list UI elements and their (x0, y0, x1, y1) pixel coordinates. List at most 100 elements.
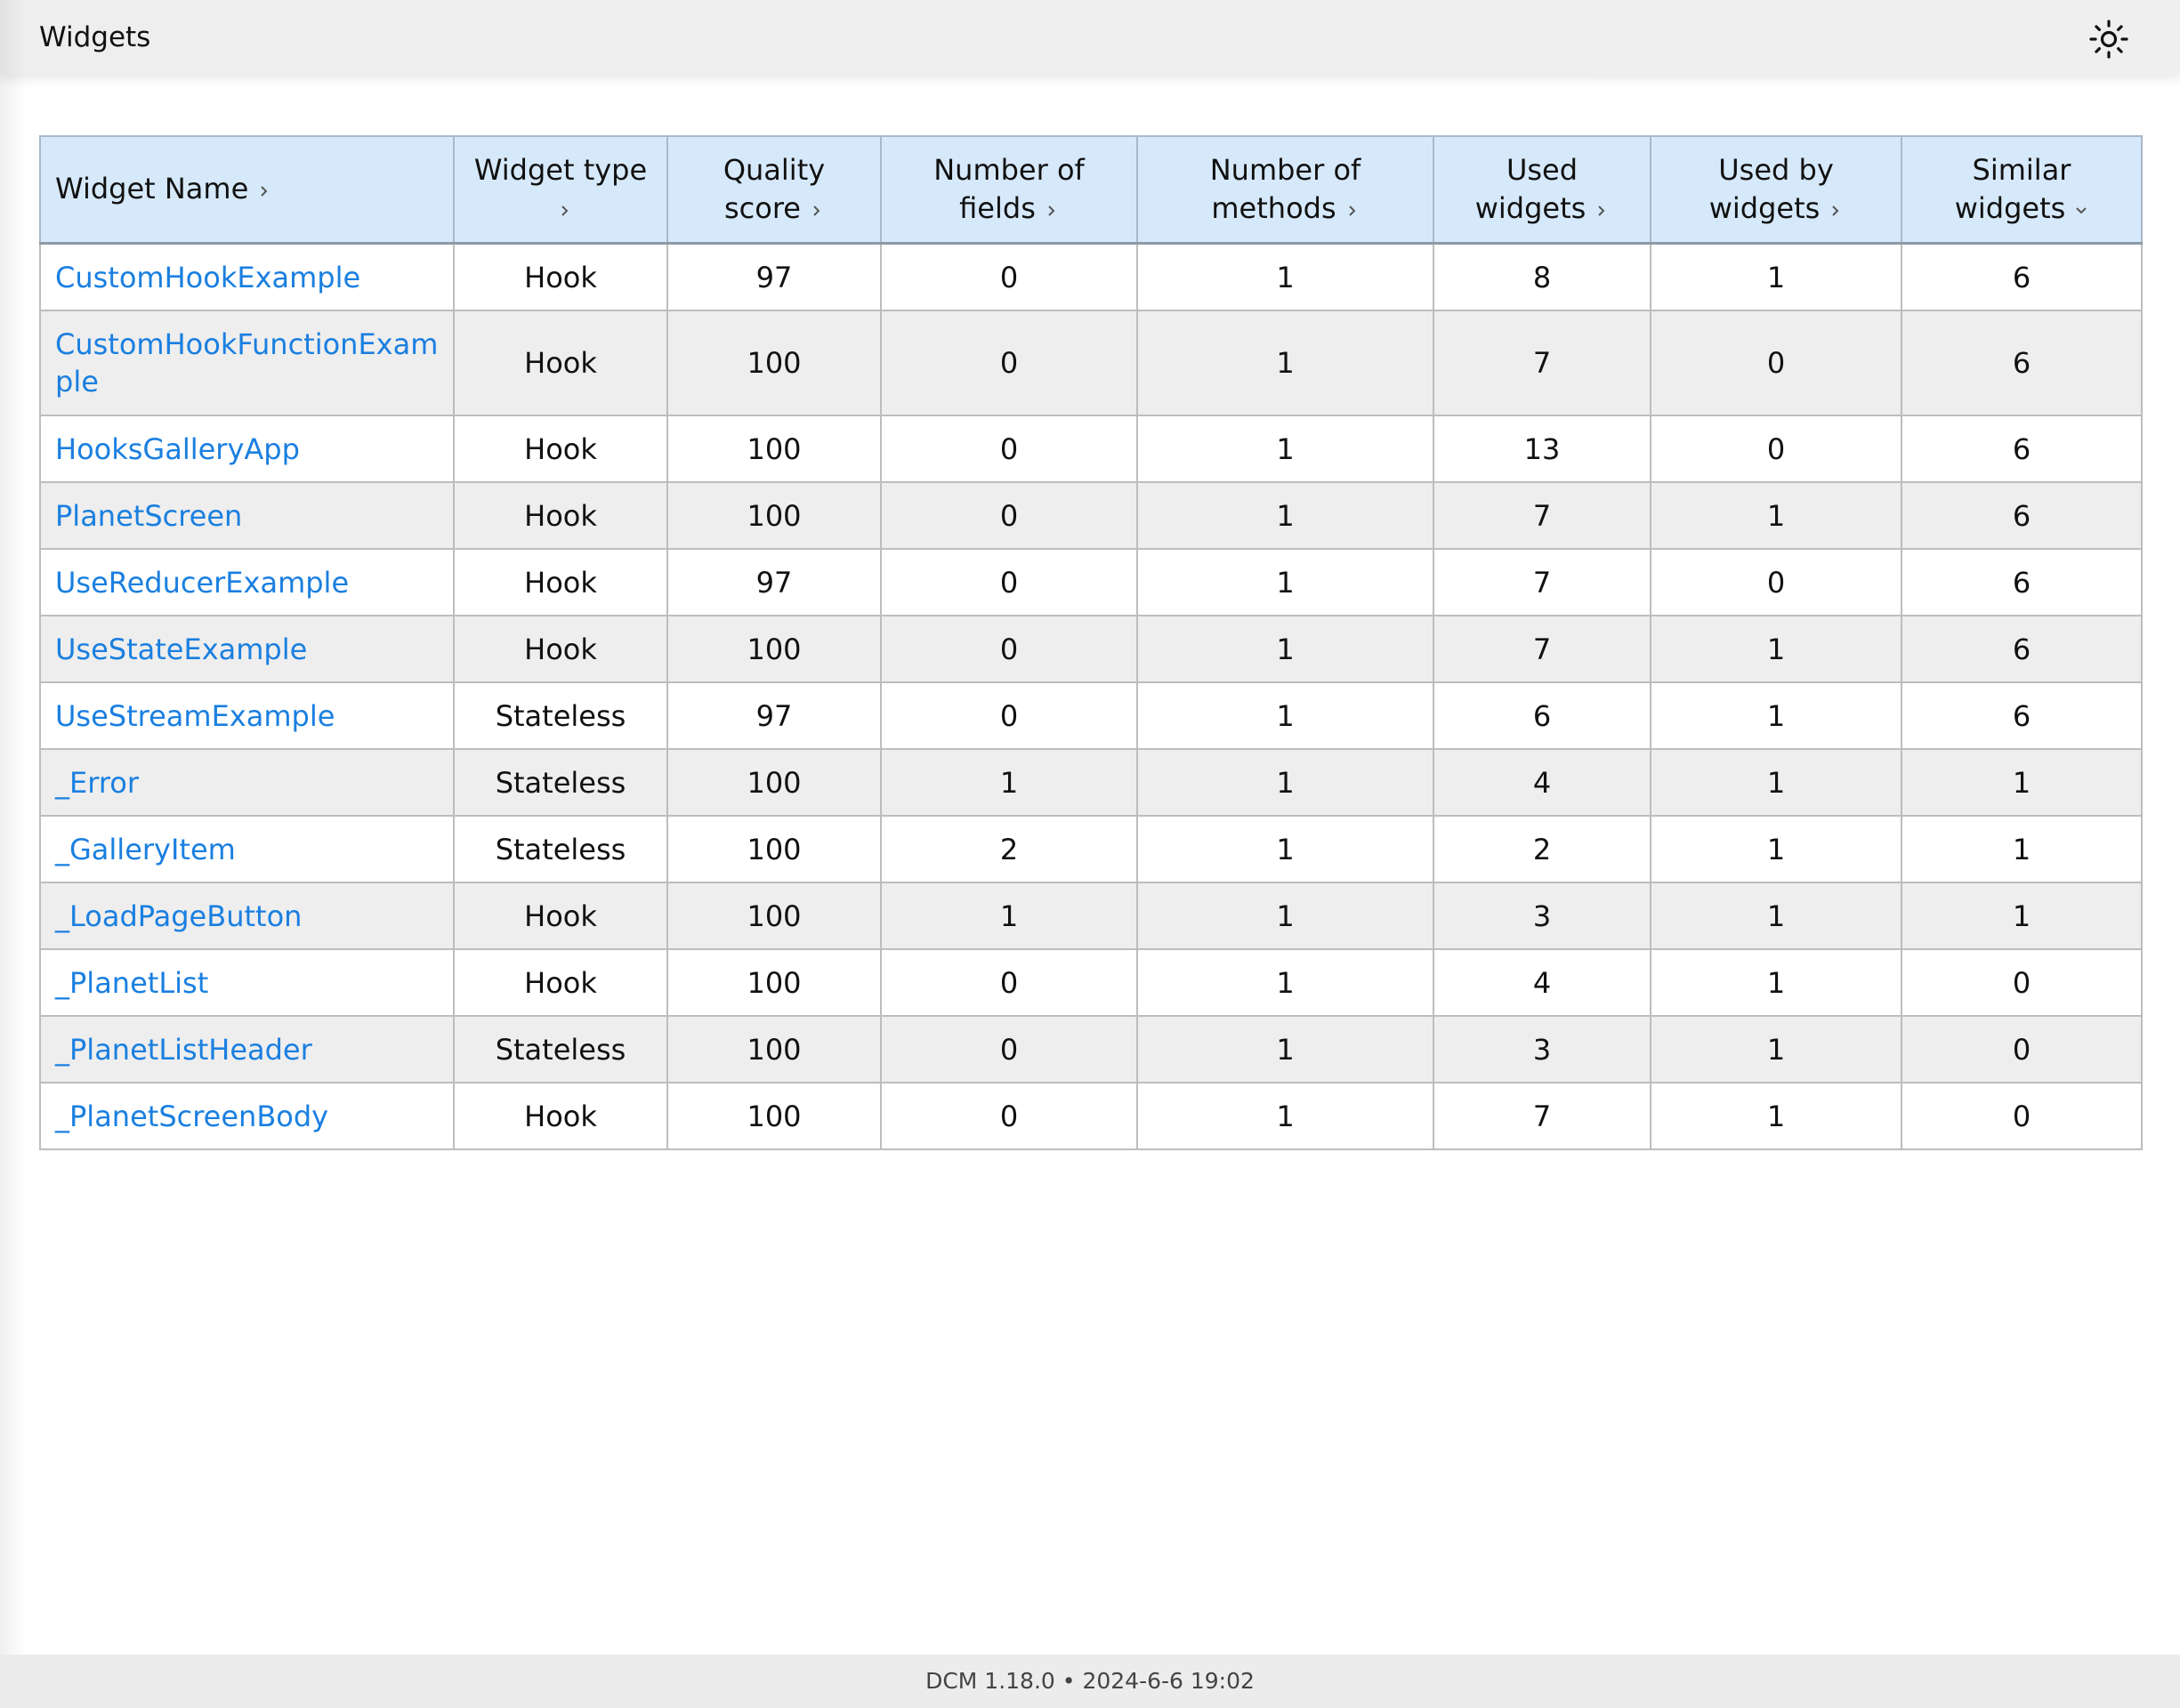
column-header-label: Similar widgets (1954, 152, 2071, 225)
column-header-similar[interactable]: Similar widgets (1901, 135, 2143, 245)
quality-score-cell: 100 (666, 948, 882, 1017)
widget-type-cell: Hook (453, 548, 668, 616)
column-header-fields[interactable]: Number of fields (880, 135, 1138, 245)
used-widgets-cell: 7 (1433, 481, 1651, 550)
widget-name-cell: _Error (39, 748, 455, 817)
methods-count-cell: 1 (1136, 882, 1434, 950)
used-widgets-cell: 8 (1433, 242, 1651, 311)
used-widgets-cell: 6 (1433, 681, 1651, 750)
fields-count-cell: 0 (880, 242, 1138, 311)
used-by-widgets-cell: 0 (1650, 548, 1902, 616)
column-header-quality[interactable]: Quality score (666, 135, 882, 245)
table-row: _Error Stateless 100 1 1 4 1 1 (39, 748, 2143, 817)
widgets-table: Widget Name Widget type Quality score Numbe… (39, 135, 2143, 1150)
widget-name-cell: _GalleryItem (39, 815, 455, 883)
widget-name-link[interactable]: UseStateExample (55, 632, 307, 666)
used-by-widgets-cell: 1 (1650, 481, 1902, 550)
methods-count-cell: 1 (1136, 615, 1434, 683)
widget-name-cell: PlanetScreen (39, 481, 455, 550)
table-row: CustomHookFunctionExample Hook 100 0 1 7 0 6 (39, 310, 2143, 416)
page-title: Widgets (39, 21, 151, 53)
similar-widgets-cell: 6 (1901, 415, 2143, 483)
widget-name-link[interactable]: CustomHookExample (55, 261, 360, 294)
used-widgets-cell: 4 (1433, 948, 1651, 1017)
widget-name-link[interactable]: HooksGalleryApp (55, 432, 300, 466)
methods-count-cell: 1 (1136, 1082, 1434, 1150)
similar-widgets-cell: 6 (1901, 310, 2143, 416)
column-header-name[interactable]: Widget Name (39, 135, 455, 245)
similar-widgets-cell: 6 (1901, 548, 2143, 616)
methods-count-cell: 1 (1136, 242, 1434, 311)
quality-score-cell: 100 (666, 481, 882, 550)
quality-score-cell: 97 (666, 548, 882, 616)
fields-count-cell: 0 (880, 415, 1138, 483)
methods-count-cell: 1 (1136, 948, 1434, 1017)
widget-name-link[interactable]: _PlanetList (55, 966, 208, 1000)
widget-type-cell: Stateless (453, 748, 668, 817)
used-widgets-cell: 2 (1433, 815, 1651, 883)
chevron-right-icon (810, 190, 824, 229)
used-by-widgets-cell: 1 (1650, 948, 1902, 1017)
used-by-widgets-cell: 1 (1650, 1082, 1902, 1150)
widget-name-link[interactable]: _PlanetScreenBody (55, 1100, 328, 1133)
widget-type-cell: Stateless (453, 815, 668, 883)
widget-name-link[interactable]: _LoadPageButton (55, 899, 302, 933)
used-by-widgets-cell: 1 (1650, 1015, 1902, 1084)
column-header-methods[interactable]: Number of methods (1136, 135, 1434, 245)
table-row: UseStateExample Hook 100 0 1 7 1 6 (39, 615, 2143, 683)
widget-name-cell: _PlanetScreenBody (39, 1082, 455, 1150)
widget-name-link[interactable]: PlanetScreen (55, 499, 242, 533)
widget-name-cell: UseReducerExample (39, 548, 455, 616)
table-body: CustomHookExample Hook 97 0 1 8 1 6 CustomHookFu… (39, 242, 2143, 1150)
fields-count-cell: 0 (880, 548, 1138, 616)
methods-count-cell: 1 (1136, 681, 1434, 750)
column-header-used[interactable]: Used widgets (1433, 135, 1651, 245)
used-by-widgets-cell: 1 (1650, 748, 1902, 817)
chevron-right-icon (1345, 190, 1360, 229)
similar-widgets-cell: 1 (1901, 815, 2143, 883)
column-header-type[interactable]: Widget type (453, 135, 668, 245)
column-header-used-by[interactable]: Used by widgets (1650, 135, 1902, 245)
table-row: _PlanetScreenBody Hook 100 0 1 7 1 0 (39, 1082, 2143, 1150)
used-widgets-cell: 3 (1433, 1015, 1651, 1084)
table-row: _LoadPageButton Hook 100 1 1 3 1 1 (39, 882, 2143, 950)
table-row: UseStreamExample Stateless 97 0 1 6 1 6 (39, 681, 2143, 750)
widget-name-link[interactable]: _PlanetListHeader (55, 1033, 312, 1067)
fields-count-cell: 0 (880, 481, 1138, 550)
widget-name-cell: HooksGalleryApp (39, 415, 455, 483)
used-widgets-cell: 7 (1433, 310, 1651, 416)
methods-count-cell: 1 (1136, 548, 1434, 616)
quality-score-cell: 100 (666, 415, 882, 483)
quality-score-cell: 100 (666, 1082, 882, 1150)
theme-toggle-button[interactable] (2087, 18, 2130, 60)
widget-name-cell: _PlanetList (39, 948, 455, 1017)
table-row: _PlanetListHeader Stateless 100 0 1 3 1 0 (39, 1015, 2143, 1084)
chevron-right-icon (1595, 190, 1609, 229)
table-header-row: Widget Name Widget type Quality score Numbe… (39, 135, 2143, 245)
used-by-widgets-cell: 1 (1650, 242, 1902, 311)
similar-widgets-cell: 6 (1901, 615, 2143, 683)
quality-score-cell: 100 (666, 615, 882, 683)
widget-type-cell: Stateless (453, 1015, 668, 1084)
chevron-right-icon (257, 171, 271, 209)
widget-name-cell: CustomHookFunctionExample (39, 310, 455, 416)
widget-name-cell: UseStreamExample (39, 681, 455, 750)
column-header-label: Widget type (473, 152, 648, 187)
similar-widgets-cell: 1 (1901, 748, 2143, 817)
methods-count-cell: 1 (1136, 748, 1434, 817)
column-header-label: Widget Name (55, 172, 249, 205)
similar-widgets-cell: 0 (1901, 1082, 2143, 1150)
widget-name-link[interactable]: CustomHookFunctionExample (55, 327, 438, 399)
widget-name-link[interactable]: _GalleryItem (55, 833, 236, 866)
table-row: PlanetScreen Hook 100 0 1 7 1 6 (39, 481, 2143, 550)
widget-name-link[interactable]: _Error (55, 766, 139, 800)
widget-name-cell: CustomHookExample (39, 242, 455, 311)
table-row: UseReducerExample Hook 97 0 1 7 0 6 (39, 548, 2143, 616)
methods-count-cell: 1 (1136, 481, 1434, 550)
quality-score-cell: 97 (666, 242, 882, 311)
fields-count-cell: 0 (880, 310, 1138, 416)
used-by-widgets-cell: 0 (1650, 415, 1902, 483)
widget-name-link[interactable]: UseReducerExample (55, 566, 349, 600)
widget-name-cell: _PlanetListHeader (39, 1015, 455, 1084)
widget-name-link[interactable]: UseStreamExample (55, 699, 335, 733)
